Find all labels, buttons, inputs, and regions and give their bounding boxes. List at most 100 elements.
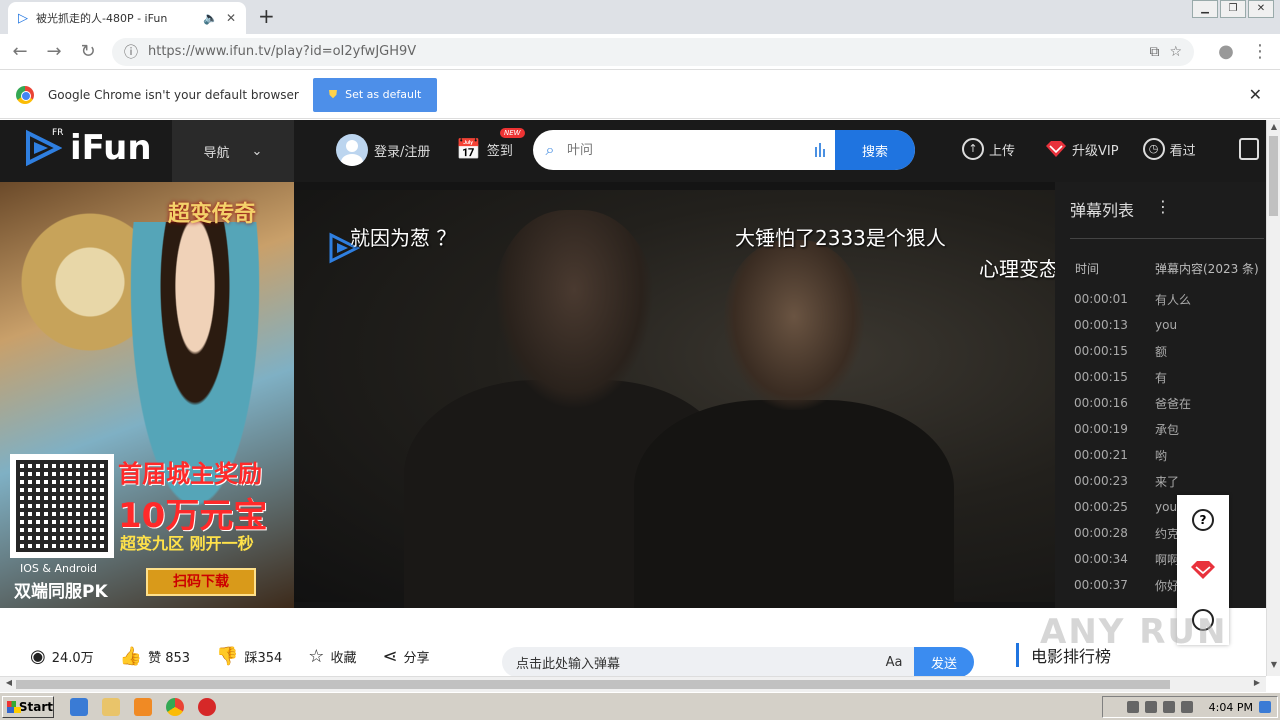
network-icon[interactable] bbox=[1144, 701, 1157, 713]
folder-icon[interactable] bbox=[102, 698, 120, 716]
history-link[interactable]: ◷ 看过 bbox=[1142, 138, 1196, 160]
scene-face-left bbox=[494, 210, 654, 410]
row-time: 00:00:37 bbox=[1074, 578, 1128, 592]
ad-headline-3: 超变九区 刚开一秒 bbox=[120, 534, 254, 553]
like-button[interactable]: 👍 赞 853 bbox=[120, 646, 190, 667]
site-logo[interactable]: iFun bbox=[24, 128, 152, 168]
info-icon[interactable]: ⓘ bbox=[124, 42, 138, 62]
table-row[interactable]: 00:00:34 啊啊 bbox=[1074, 546, 1191, 572]
desktop-icon[interactable] bbox=[1259, 701, 1271, 713]
row-text: you bbox=[1155, 500, 1178, 514]
table-row[interactable]: 00:00:13 you bbox=[1074, 312, 1191, 338]
menu-kebab-icon[interactable]: ⋮ bbox=[1250, 41, 1270, 62]
scroll-right-icon[interactable]: ▶ bbox=[1250, 678, 1264, 687]
share-label: 分享 bbox=[403, 651, 430, 666]
nav-dropdown[interactable]: 导航 ⌄ bbox=[172, 120, 294, 182]
volume-icon[interactable] bbox=[1162, 701, 1175, 713]
table-row[interactable]: 00:00:23 来了 bbox=[1074, 468, 1191, 494]
upgrade-vip-link[interactable]: 升级VIP bbox=[1045, 140, 1119, 159]
restore-icon[interactable]: ❐ bbox=[1220, 0, 1246, 18]
danmu-list-panel: 弹幕列表 ⋮ 时间 弹幕内容(2023 条) 00:00:01 有人么 00:00… bbox=[1055, 182, 1266, 608]
system-tray: 4:04 PM bbox=[1102, 696, 1278, 718]
table-row[interactable]: 00:00:15 额 bbox=[1074, 338, 1191, 364]
font-style-button[interactable]: Aa bbox=[874, 655, 914, 670]
vip-diamond-icon bbox=[1046, 141, 1067, 157]
favorite-button[interactable]: ☆ 收藏 bbox=[308, 646, 356, 667]
media-player-icon[interactable] bbox=[134, 698, 152, 716]
video-player[interactable]: 就因为葱 ？ 大锤怕了2333是个狠人 心理变态 bbox=[294, 182, 1055, 608]
vip-label: 升级VIP bbox=[1072, 143, 1119, 159]
table-row[interactable]: 00:00:37 你好 bbox=[1074, 572, 1191, 598]
set-default-button[interactable]: ⛊ Set as default bbox=[312, 77, 438, 112]
profile-icon[interactable]: ● bbox=[1216, 41, 1236, 62]
danmu-table-header: 时间 弹幕内容(2023 条) bbox=[1075, 260, 1259, 277]
vertical-scrollbar[interactable]: ▲ ▼ bbox=[1266, 120, 1280, 676]
search-button[interactable]: 搜索 bbox=[835, 130, 915, 170]
address-bar[interactable]: ⓘ https://www.ifun.tv/play?id=oI2yfwJGH9… bbox=[112, 37, 1194, 66]
danmu-panel-title: 弹幕列表 bbox=[1070, 201, 1135, 220]
browser-tab[interactable]: ▷ 被光抓走的人-480P - iFun 🔈 ✕ bbox=[8, 2, 246, 34]
clock[interactable]: 4:04 PM bbox=[1209, 701, 1253, 714]
ie-icon[interactable] bbox=[70, 698, 88, 716]
scroll-thumb[interactable] bbox=[1269, 136, 1278, 216]
thumbs-down-icon: 👎 bbox=[216, 646, 239, 667]
help-icon[interactable]: ? bbox=[1192, 509, 1214, 532]
new-tab-icon[interactable]: + bbox=[258, 4, 275, 28]
chrome-taskbar-icon[interactable] bbox=[166, 698, 184, 716]
close-window-icon[interactable]: ✕ bbox=[1248, 0, 1274, 18]
flag-icon[interactable] bbox=[1180, 701, 1193, 713]
checkin-label: 签到 bbox=[486, 143, 513, 159]
ad-scan-download-button[interactable]: 扫码下载 bbox=[146, 568, 256, 596]
tab-strip: ▷ 被光抓走的人-480P - iFun 🔈 ✕ + ▁ ❐ ✕ bbox=[0, 0, 1280, 34]
stop-icon[interactable] bbox=[198, 698, 216, 716]
voice-bars-icon[interactable] bbox=[805, 143, 835, 157]
vip-diamond-icon[interactable] bbox=[1190, 560, 1216, 580]
table-row[interactable]: 00:00:01 有人么 bbox=[1074, 286, 1191, 312]
ad-platform-text: IOS & Android bbox=[20, 562, 97, 575]
table-row[interactable]: 00:00:28 约克 bbox=[1074, 520, 1191, 546]
checkin-link[interactable]: 📅 签到 bbox=[456, 137, 513, 161]
login-register-link[interactable]: 登录/注册 bbox=[336, 134, 430, 166]
bookmark-star-icon[interactable]: ☆ bbox=[1169, 44, 1182, 60]
translate-icon[interactable]: ⧉ bbox=[1149, 44, 1159, 60]
table-row[interactable]: 00:00:15 有 bbox=[1074, 364, 1191, 390]
row-time: 00:00:21 bbox=[1074, 448, 1128, 462]
danmu-compose: Aa 发送 bbox=[502, 647, 974, 677]
forward-icon[interactable]: → bbox=[44, 41, 64, 62]
scroll-thumb-horizontal[interactable] bbox=[16, 680, 1170, 689]
ad-game-title: 超变传奇 bbox=[168, 202, 257, 227]
default-browser-infobar: Google Chrome isn't your default browser… bbox=[0, 71, 1280, 119]
table-row[interactable]: 00:00:25 you bbox=[1074, 494, 1191, 520]
scroll-down-icon[interactable]: ▼ bbox=[1267, 660, 1280, 674]
close-tab-icon[interactable]: ✕ bbox=[226, 11, 236, 25]
search-input[interactable] bbox=[567, 142, 805, 158]
search-icon: ⌕ bbox=[545, 140, 555, 159]
dislike-button[interactable]: 👎 踩354 bbox=[216, 646, 282, 667]
danmu-input[interactable] bbox=[502, 654, 874, 670]
set-default-label: Set as default bbox=[345, 88, 422, 101]
close-infobar-icon[interactable]: ✕ bbox=[1249, 85, 1262, 104]
table-row[interactable]: 00:00:16 爸爸在 bbox=[1074, 390, 1191, 416]
table-row[interactable]: 00:00:19 承包 bbox=[1074, 416, 1191, 442]
game-advertisement[interactable]: 超变传奇 首届城主奖励 10万元宝 超变九区 刚开一秒 扫码下载 IOS & A… bbox=[0, 182, 294, 608]
send-danmu-button[interactable]: 发送 bbox=[914, 647, 974, 677]
more-options-icon[interactable]: ⋮ bbox=[1155, 197, 1171, 216]
horizontal-scrollbar[interactable]: ◀ ▶ bbox=[0, 676, 1266, 692]
upload-link[interactable]: ↑ 上传 bbox=[962, 138, 1015, 160]
views-label: 24.0万 bbox=[51, 651, 94, 666]
infobar-message: Google Chrome isn't your default browser bbox=[48, 87, 299, 102]
message-list-icon[interactable] bbox=[1239, 138, 1259, 160]
share-button[interactable]: ⋖ 分享 bbox=[382, 646, 429, 667]
row-text: 来了 bbox=[1155, 474, 1180, 489]
minimize-icon[interactable]: ▁ bbox=[1192, 0, 1218, 18]
scroll-up-icon[interactable]: ▲ bbox=[1267, 122, 1280, 136]
scroll-left-icon[interactable]: ◀ bbox=[2, 678, 16, 687]
views-count: ◉ 24.0万 bbox=[30, 646, 94, 667]
start-button[interactable]: Start bbox=[2, 696, 54, 718]
table-row[interactable]: 00:00:21 哟 bbox=[1074, 442, 1191, 468]
back-icon[interactable]: ← bbox=[10, 41, 30, 62]
tray-arrow-icon[interactable] bbox=[1126, 701, 1139, 713]
windows-flag-icon bbox=[7, 701, 21, 713]
speaker-icon[interactable]: 🔈 bbox=[203, 11, 218, 25]
reload-icon[interactable]: ↻ bbox=[78, 41, 98, 62]
